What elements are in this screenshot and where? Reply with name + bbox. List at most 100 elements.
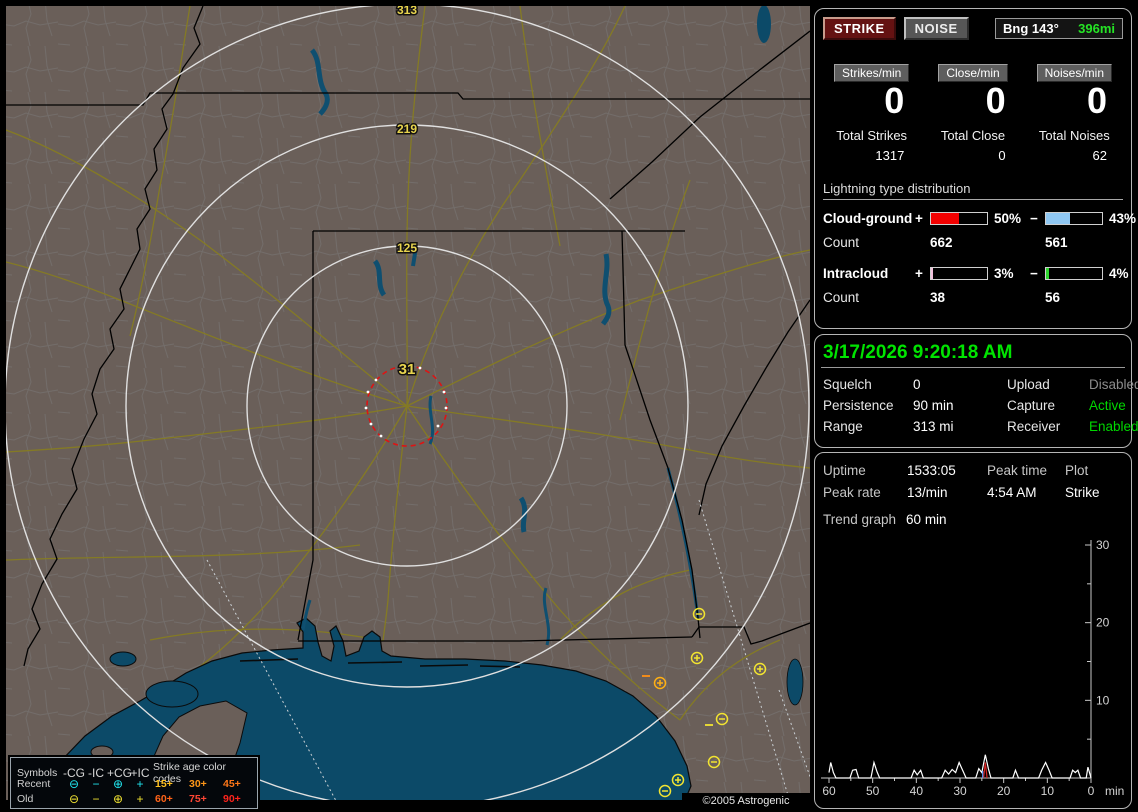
svg-text:50: 50	[866, 784, 880, 798]
peak-rate-label: Peak rate	[823, 485, 881, 500]
lightning-type-distribution: Lightning type distribution Cloud-ground…	[823, 181, 1136, 305]
map-canvas: 313 219 125 31	[6, 6, 810, 800]
ic-positive-count: 38	[930, 290, 946, 305]
squelch-label: Squelch	[823, 377, 872, 392]
bearing-label: Bng 143°	[1003, 21, 1059, 36]
circle-plus-icon: ⊕	[112, 776, 124, 791]
plot-value: Strike	[1065, 485, 1100, 500]
uptime-value: 1533:05	[907, 463, 956, 478]
ic-positive-pct: 3%	[994, 266, 1014, 281]
ring-label-125: 125	[397, 241, 417, 255]
trend-graph-label: Trend graph	[823, 512, 897, 527]
bearing-display: Bng 143° 396mi	[995, 18, 1123, 39]
cg-negative-count: 561	[1045, 235, 1068, 250]
total-noises-value: 62	[1092, 148, 1107, 163]
age-code: 75+	[189, 792, 207, 805]
ic-negative-bar	[1045, 267, 1103, 280]
persistence-value: 90 min	[913, 398, 954, 413]
receiver-status: Enabled	[1089, 419, 1138, 434]
cloud-ground-label: Cloud-ground	[823, 211, 913, 226]
strike-button[interactable]: STRIKE	[823, 17, 896, 40]
plus-sign: +	[915, 211, 923, 226]
ring-label-31: 31	[399, 361, 416, 378]
count-label: Count	[823, 235, 860, 250]
total-strikes-label: Total Strikes	[836, 128, 908, 143]
series-cg-negative-peak	[982, 762, 988, 779]
upload-label: Upload	[1007, 377, 1050, 392]
svg-text:20: 20	[997, 784, 1011, 798]
close-per-min-value: 0	[985, 80, 1006, 121]
plus-sign: +	[915, 266, 923, 281]
total-close-label: Total Close	[940, 128, 1006, 143]
uptime-label: Uptime	[823, 463, 866, 478]
range-value: 313 mi	[913, 419, 954, 434]
minus-sign: −	[1030, 211, 1038, 226]
ic-negative-pct: 4%	[1109, 266, 1129, 281]
capture-label: Capture	[1007, 398, 1056, 413]
cg-negative-bar	[1045, 212, 1103, 225]
copyright-text: ©2005 Astrogenic Systems	[682, 793, 810, 810]
minus-icon: −	[92, 791, 100, 806]
plot-label: Plot	[1065, 463, 1089, 478]
cg-positive-pct: 50%	[994, 211, 1022, 226]
ring-label-313: 313	[397, 6, 417, 17]
noises-per-min-value: 0	[1086, 80, 1107, 121]
squelch-value: 0	[913, 377, 921, 392]
circle-plus-icon: ⊕	[112, 791, 124, 806]
series-strike-rate	[828, 754, 1092, 779]
total-close-value: 0	[998, 148, 1006, 163]
total-noises-label: Total Noises	[1038, 128, 1110, 143]
strikes-per-min-counter: Strikes/min 0 Total Strikes 1317	[821, 64, 922, 163]
distribution-title: Lightning type distribution	[823, 181, 1123, 200]
plus-icon: +	[136, 776, 144, 791]
close-per-min-counter: Close/min 0 Total Close 0	[922, 64, 1023, 163]
cg-positive-count: 662	[930, 235, 953, 250]
strike-counters-panel: STRIKE NOISE Bng 143° 396mi Strikes/min …	[814, 8, 1136, 329]
legend-row-old: Old	[17, 792, 34, 805]
map-display[interactable]: 313 219 125 31 Symbols -CG -IC +CG +IC Stri…	[6, 6, 810, 810]
persistence-label: Persistence	[823, 398, 894, 413]
svg-text:0: 0	[1088, 784, 1095, 798]
age-code: 15+	[155, 777, 173, 790]
trend-chart: 60 50 40 30 20 10 0 min 10 20 30	[821, 538, 1124, 798]
minus-icon: −	[92, 776, 100, 791]
total-strikes-value: 1317	[875, 148, 905, 163]
intracloud-label: Intracloud	[823, 266, 889, 281]
minus-sign: −	[1030, 266, 1038, 281]
capture-status: Active	[1089, 398, 1126, 413]
count-label: Count	[823, 290, 860, 305]
peak-time-value: 4:54 AM	[987, 485, 1037, 500]
status-panel: 3/17/2026 9:20:18 AM Squelch 0 Upload Di…	[814, 334, 1138, 448]
ring-label-219: 219	[397, 122, 417, 136]
datetime-display: 3/17/2026 9:20:18 AM	[823, 342, 1013, 363]
age-code: 45+	[223, 777, 241, 790]
ic-positive-bar	[930, 267, 988, 280]
circle-minus-icon: ⊖	[68, 776, 80, 791]
receiver-label: Receiver	[1007, 419, 1061, 434]
svg-text:10: 10	[1096, 693, 1110, 707]
peak-time-label: Peak time	[987, 463, 1048, 478]
cg-negative-pct: 43%	[1109, 211, 1137, 226]
peak-rate-value: 13/min	[907, 485, 948, 500]
map-legend: Symbols -CG -IC +CG +IC Strike age color…	[10, 757, 258, 809]
bearing-range: 396mi	[1078, 21, 1115, 36]
plus-icon: +	[136, 791, 144, 806]
age-code: 30+	[189, 777, 207, 790]
svg-text:40: 40	[910, 784, 924, 798]
range-label: Range	[823, 419, 863, 434]
noises-per-min-counter: Noises/min 0 Total Noises 62	[1024, 64, 1125, 163]
svg-text:min: min	[1105, 784, 1124, 798]
ic-negative-count: 56	[1045, 290, 1061, 305]
cg-positive-bar	[930, 212, 988, 225]
app-window: 313 219 125 31 Symbols -CG -IC +CG +IC Stri…	[0, 0, 1138, 812]
svg-text:20: 20	[1096, 616, 1110, 630]
circle-minus-icon: ⊖	[68, 791, 80, 806]
svg-text:30: 30	[953, 784, 967, 798]
svg-text:60: 60	[822, 784, 836, 798]
trend-window-value: 60 min	[906, 512, 947, 527]
strikes-per-min-value: 0	[884, 80, 905, 121]
legend-row-recent: Recent	[17, 777, 51, 790]
noise-button[interactable]: NOISE	[903, 17, 969, 40]
svg-text:10: 10	[1041, 784, 1055, 798]
age-code: 60+	[155, 792, 173, 805]
